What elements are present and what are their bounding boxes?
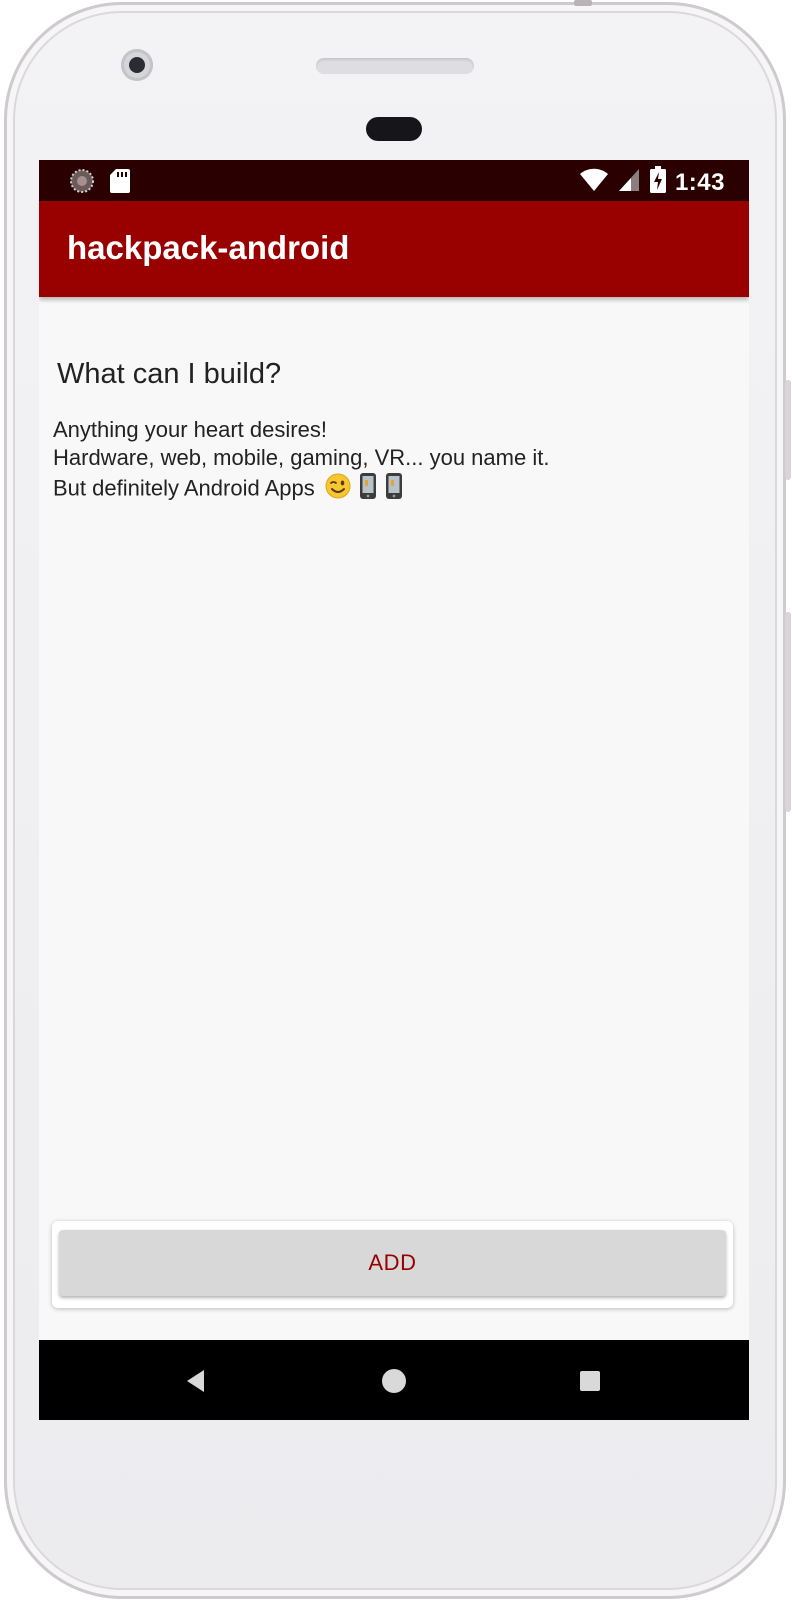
power-button (785, 380, 791, 480)
status-left-icons (69, 168, 131, 199)
wifi-icon (579, 167, 609, 198)
front-camera (121, 49, 153, 81)
app-title: hackpack-android (67, 229, 350, 266)
add-button-card: ADD (52, 1221, 733, 1308)
earpiece-speaker (316, 58, 474, 74)
volume-rocker (785, 612, 791, 812)
emoji-group (325, 472, 403, 507)
screen: 1:43 hackpack-android What can I build? … (39, 160, 749, 1420)
status-right-icons: 1:43 (579, 166, 725, 199)
add-button[interactable]: ADD (59, 1230, 726, 1296)
sd-card-icon (109, 168, 131, 199)
home-icon[interactable] (380, 1367, 408, 1395)
battery-charging-icon (649, 166, 667, 199)
status-bar: 1:43 (39, 160, 749, 201)
answer-line-3-text: But definitely Android Apps (53, 475, 315, 501)
mobile-phone-icon (359, 472, 377, 507)
question-heading: What can I build? (57, 358, 282, 390)
clock: 1:43 (674, 168, 725, 196)
proximity-sensor (366, 117, 422, 141)
mobile-phone-icon (385, 472, 403, 507)
cell-signal-icon (617, 167, 641, 198)
recents-icon[interactable] (576, 1367, 604, 1395)
sync-indicator-icon (69, 168, 95, 199)
app-bar: hackpack-android (39, 201, 749, 297)
navigation-bar (39, 1340, 749, 1420)
winking-face-icon (325, 473, 351, 506)
answer-line-3: But definitely Android Apps (53, 472, 549, 500)
answer-line-1: Anything your heart desires! (53, 417, 327, 442)
answer-line-2: Hardware, web, mobile, gaming, VR... you… (53, 445, 550, 470)
top-edge-detail (574, 0, 592, 6)
answer-text: Anything your heart desires! Hardware, w… (53, 416, 549, 500)
back-icon[interactable] (182, 1367, 210, 1395)
